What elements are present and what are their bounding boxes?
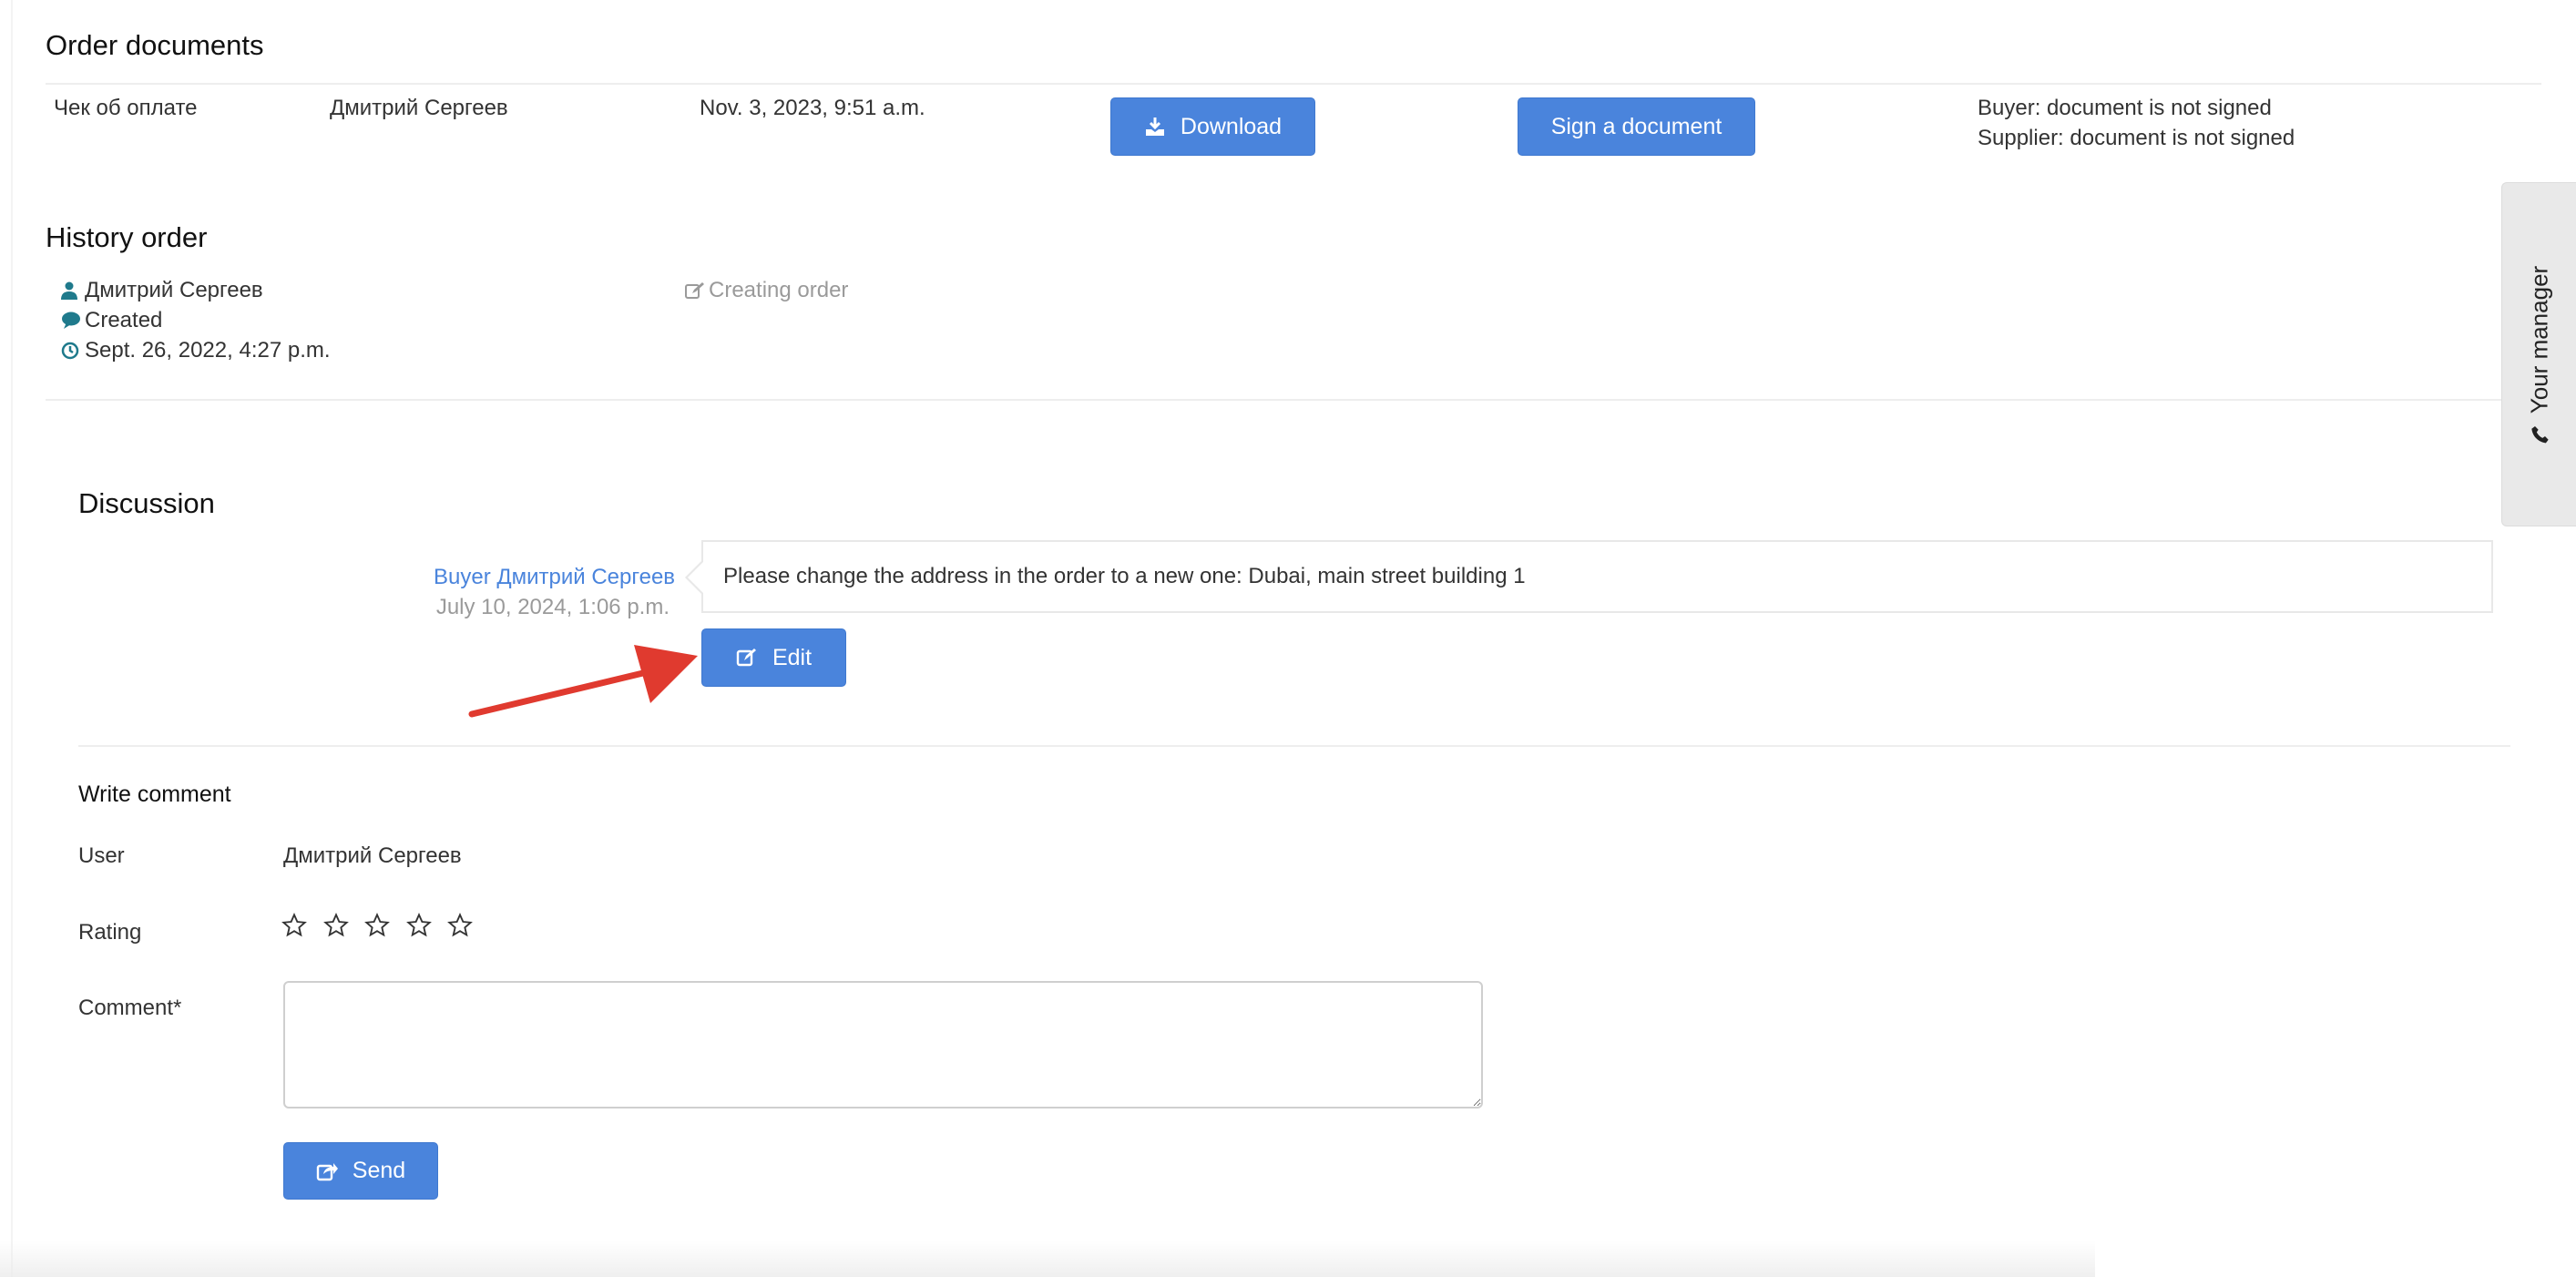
edit-button[interactable]: Edit [701, 628, 846, 687]
divider [46, 399, 2505, 401]
divider [78, 745, 2510, 747]
star-icon[interactable] [447, 913, 473, 938]
history-status-text: Created [85, 308, 163, 332]
star-icon[interactable] [281, 913, 307, 938]
bottom-shadow [0, 1241, 2095, 1277]
message-date: July 10, 2024, 1:06 p.m. [435, 595, 670, 619]
edit-icon [685, 281, 705, 306]
comment-textarea[interactable] [283, 981, 1483, 1108]
rating-label: Rating [78, 920, 142, 945]
user-label: User [78, 843, 125, 868]
history-date: Sept. 26, 2022, 4:27 p.m. [61, 338, 331, 366]
history-date-text: Sept. 26, 2022, 4:27 p.m. [85, 338, 331, 363]
annotation-arrow [468, 645, 698, 718]
phone-icon [2530, 426, 2549, 444]
your-manager-tab-content: Your manager [2526, 266, 2554, 444]
buyer-sign-status: Buyer: document is not signed [1978, 96, 2272, 120]
comment-icon [61, 311, 81, 336]
history-user-name: Дмитрий Сергеев [85, 278, 263, 302]
send-button[interactable]: Send [283, 1142, 438, 1200]
divider [46, 83, 2541, 85]
supplier-sign-status: Supplier: document is not signed [1978, 126, 2295, 150]
send-label: Send [352, 1158, 406, 1183]
download-label: Download [1180, 113, 1283, 139]
history-action: Creating order [685, 278, 848, 306]
star-icon[interactable] [406, 913, 432, 938]
share-icon [316, 1162, 338, 1180]
your-manager-tab[interactable]: Your manager [2501, 182, 2576, 526]
clock-icon [61, 341, 81, 366]
message-author[interactable]: Buyer Дмитрий Сергеев [434, 565, 675, 590]
user-icon [61, 281, 81, 306]
bubble-tip-inner [688, 562, 703, 593]
star-icon[interactable] [364, 913, 390, 938]
document-name: Чек об оплате [54, 96, 198, 120]
history-title: History order [46, 221, 208, 253]
write-comment-title: Write comment [78, 782, 231, 807]
user-value: Дмитрий Сергеев [283, 843, 462, 868]
history-status: Created [61, 308, 162, 336]
download-icon [1145, 117, 1164, 136]
order-documents-title: Order documents [46, 29, 264, 61]
message-bubble: Please change the address in the order t… [701, 540, 2493, 613]
download-button[interactable]: Download [1110, 97, 1315, 156]
comment-label: Comment* [78, 996, 182, 1020]
message-text: Please change the address in the order t… [723, 564, 1526, 588]
sign-document-button[interactable]: Sign a document [1518, 97, 1755, 156]
document-person: Дмитрий Сергеев [330, 96, 508, 120]
history-action-text: Creating order [709, 278, 849, 302]
sign-document-label: Sign a document [1550, 113, 1722, 139]
page-left-border [11, 0, 13, 1277]
star-icon[interactable] [323, 913, 349, 938]
edit-label: Edit [772, 644, 813, 670]
document-date: Nov. 3, 2023, 9:51 a.m. [700, 96, 925, 120]
edit-icon [736, 649, 756, 667]
discussion-title: Discussion [78, 487, 215, 519]
your-manager-label: Your manager [2525, 265, 2553, 414]
history-user: Дмитрий Сергеев [61, 278, 263, 306]
